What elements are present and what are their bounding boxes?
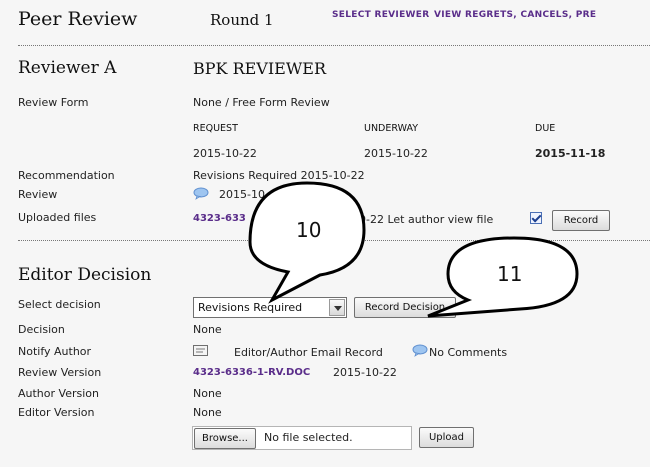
editor-version-label: Editor Version <box>18 406 95 419</box>
review-version-file-link[interactable]: 4323-6336-1-RV.DOC <box>193 367 310 378</box>
comment-icon[interactable] <box>193 187 209 200</box>
divider <box>18 240 650 241</box>
author-version-label: Author Version <box>18 387 99 400</box>
review-form-label: Review Form <box>18 96 89 109</box>
request-date: 2015-10-22 <box>193 147 257 160</box>
col-underway: UNDERWAY <box>364 123 419 134</box>
select-decision-label: Select decision <box>18 298 101 311</box>
due-date-link[interactable]: 2015-11-18 <box>535 147 605 160</box>
email-icon[interactable] <box>193 345 208 356</box>
decision-label: Decision <box>18 323 65 336</box>
comment-icon[interactable] <box>412 344 428 357</box>
divider <box>18 45 650 46</box>
chevron-down-icon <box>329 299 345 316</box>
record-decision-button[interactable]: Record Decision <box>354 297 456 318</box>
review-label: Review <box>18 188 58 201</box>
decision-select-value: Revisions Required <box>198 301 303 314</box>
uploaded-file-info: 10-22 Let author view file <box>352 213 494 226</box>
review-version-date: 2015-10-22 <box>333 366 397 379</box>
email-record-link[interactable]: Editor/Author Email Record <box>234 346 383 359</box>
page: Peer Review Round 1 SELECT REVIEWER VIEW… <box>0 0 650 467</box>
notify-author-label: Notify Author <box>18 345 92 358</box>
uploaded-files-label: Uploaded files <box>18 211 97 224</box>
select-reviewer-link[interactable]: SELECT REVIEWER <box>332 10 429 20</box>
view-regrets-link[interactable]: VIEW REGRETS, CANCELS, PRE <box>434 10 596 20</box>
recommendation-value: Revisions Required 2015-10-22 <box>193 169 365 182</box>
browse-button[interactable]: Browse... <box>194 428 256 449</box>
review-form-value: None / Free Form Review <box>193 96 330 109</box>
decision-select[interactable]: Revisions Required <box>193 297 347 318</box>
no-comments-text: No Comments <box>429 346 508 359</box>
no-file-selected-text: No file selected. <box>264 431 353 444</box>
let-author-view-checkbox[interactable] <box>530 212 542 224</box>
page-title: Peer Review <box>18 8 138 30</box>
callout-number: 11 <box>497 262 523 286</box>
editor-version-value: None <box>193 406 222 419</box>
round-label: Round 1 <box>210 11 274 29</box>
reviewer-heading: Reviewer A <box>18 58 117 78</box>
reviewer-name: BPK REVIEWER <box>193 59 327 78</box>
recommendation-label: Recommendation <box>18 169 115 182</box>
record-button[interactable]: Record <box>552 210 610 231</box>
col-due: DUE <box>535 123 556 134</box>
uploaded-file-link[interactable]: 4323-633 <box>193 213 246 224</box>
review-version-label: Review Version <box>18 366 102 379</box>
upload-button[interactable]: Upload <box>419 427 474 448</box>
col-request: REQUEST <box>193 123 238 134</box>
decision-value: None <box>193 323 222 336</box>
editor-decision-heading: Editor Decision <box>18 265 152 285</box>
underway-date: 2015-10-22 <box>364 147 428 160</box>
callout-number: 10 <box>296 218 322 242</box>
review-date: 2015-10- <box>219 188 269 201</box>
author-version-value: None <box>193 387 222 400</box>
